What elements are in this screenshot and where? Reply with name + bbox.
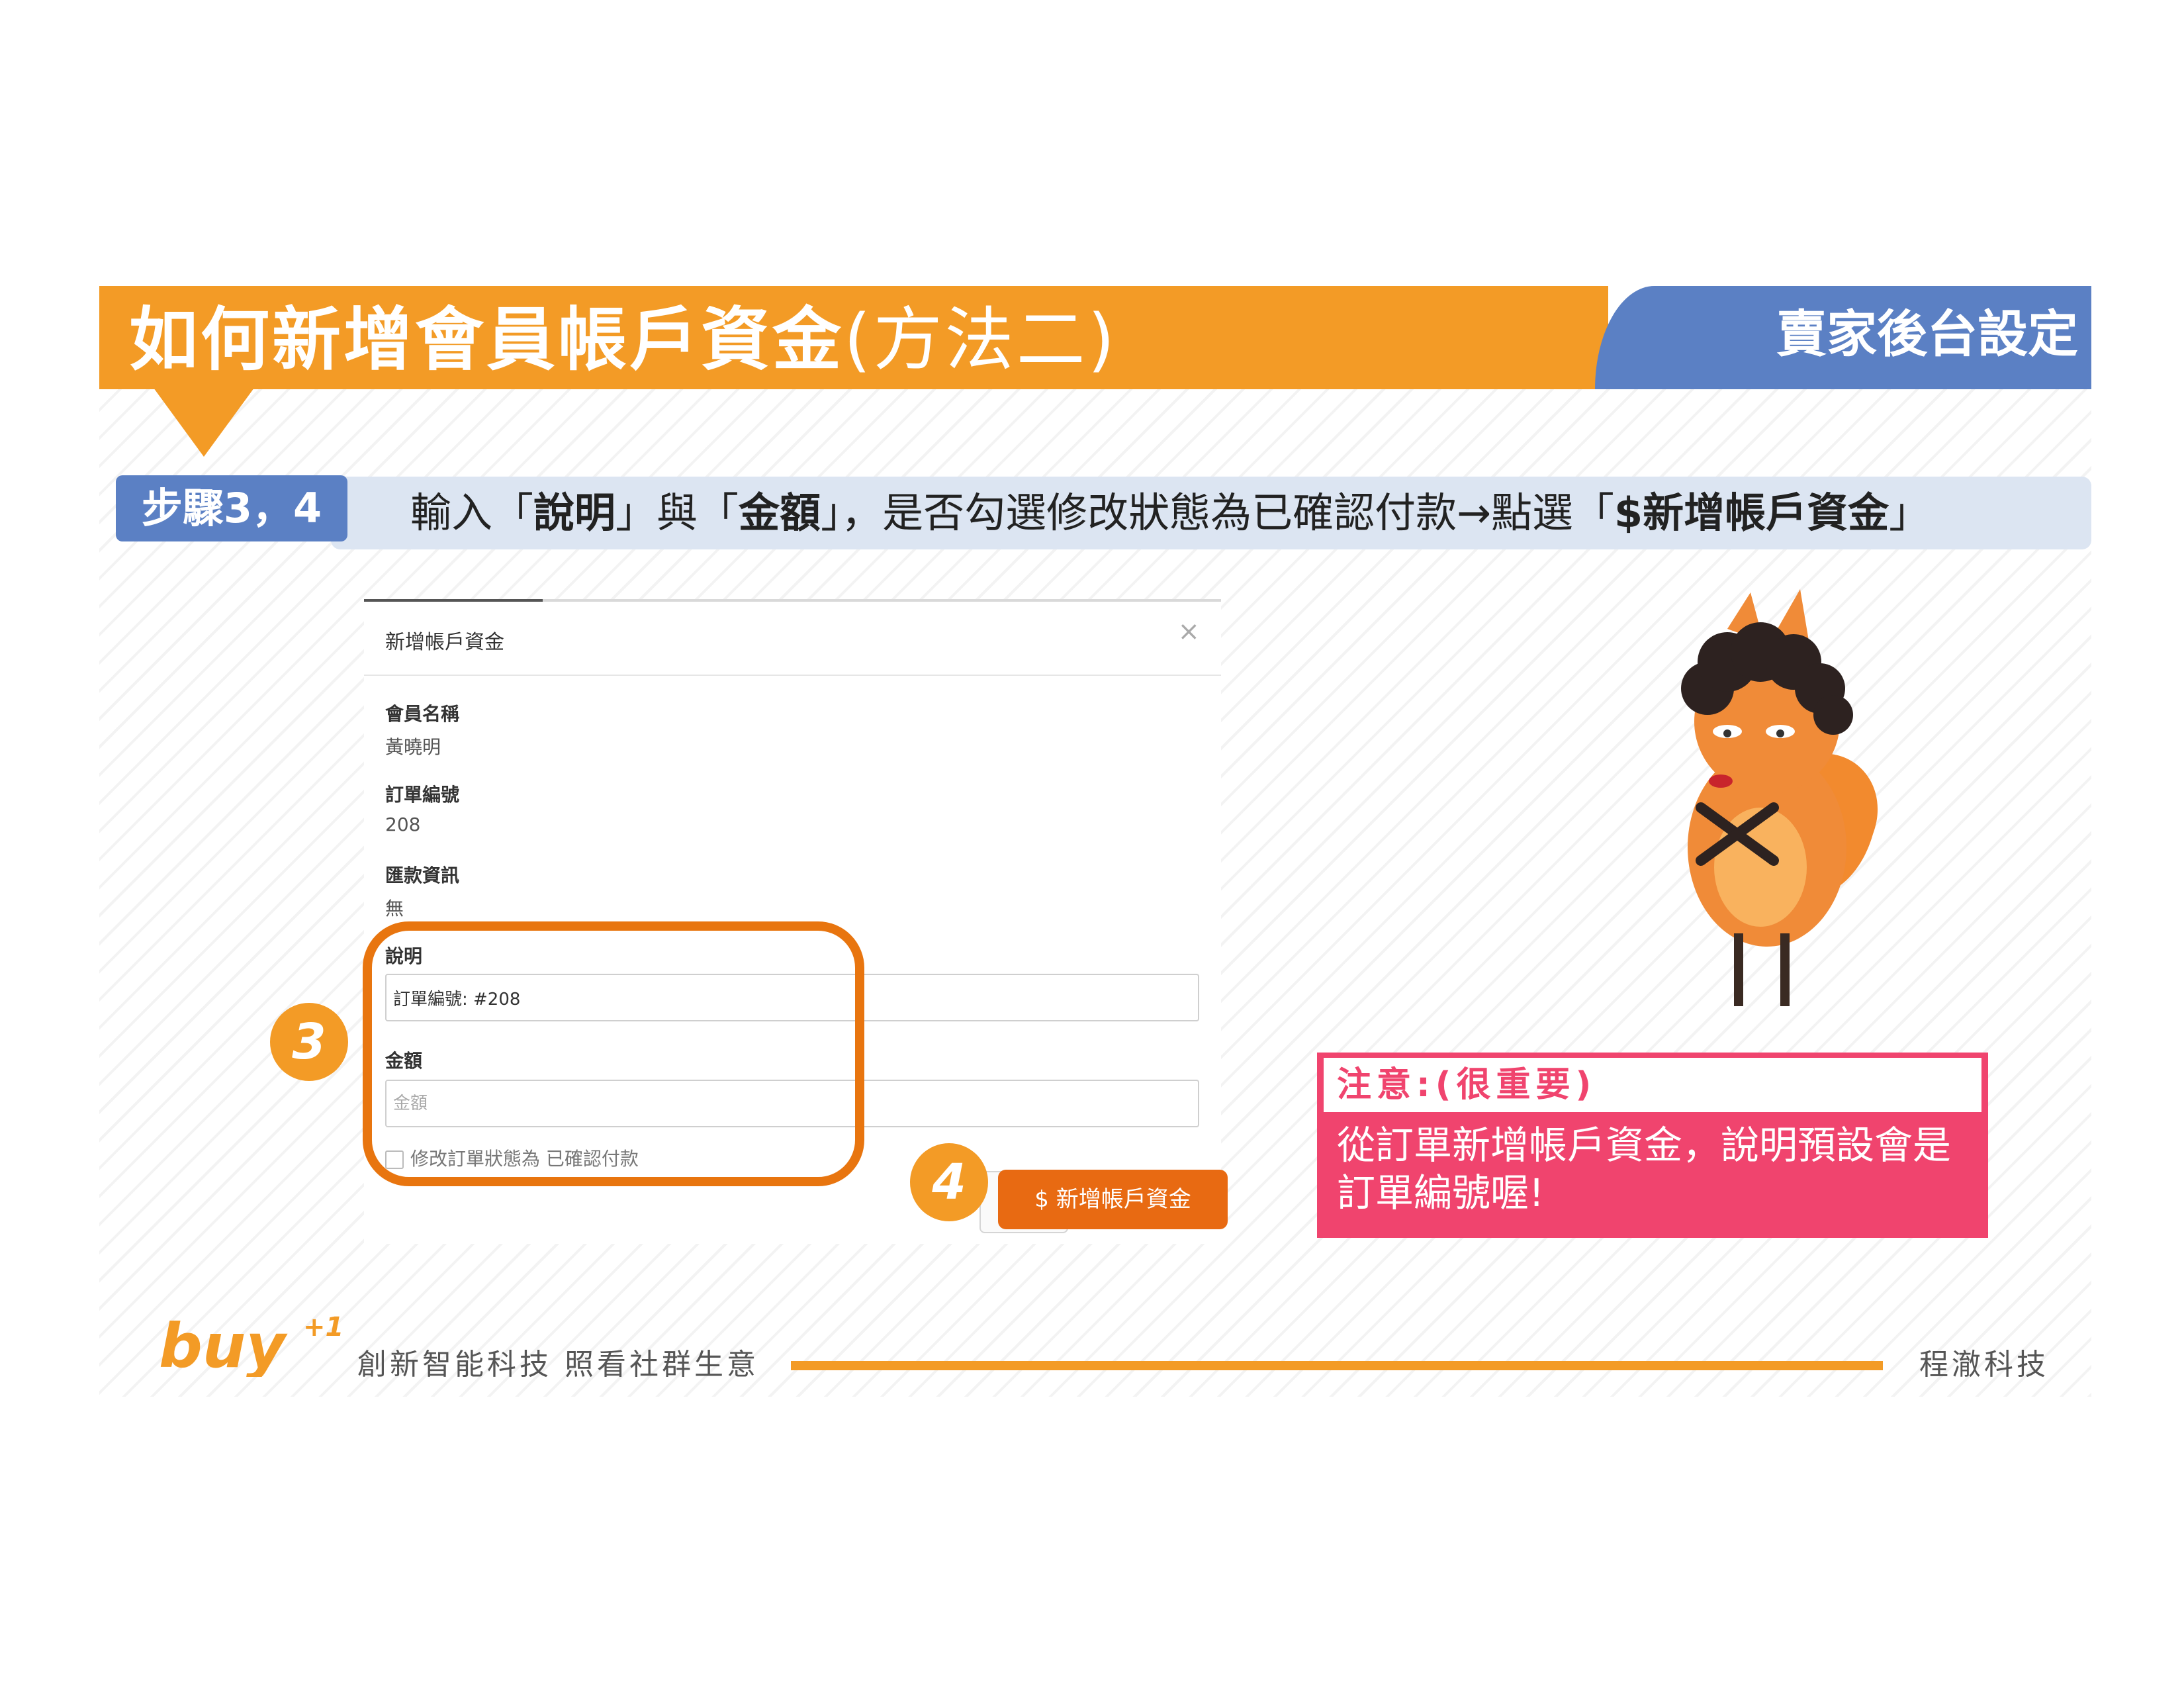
member-name-label: 會員名稱 [385, 703, 460, 725]
highlight-box [363, 921, 864, 1186]
close-icon[interactable]: × [1177, 616, 1200, 647]
step-text-2: 」與「 [615, 489, 739, 537]
footer-divider [791, 1361, 1883, 1370]
step-3-badge: 3 [270, 1003, 348, 1081]
step-bold-description: 說明 [533, 489, 616, 537]
remittance-info-label: 匯款資訊 [385, 865, 460, 886]
remittance-info-value: 無 [385, 898, 404, 919]
step-4-badge: 4 [910, 1143, 988, 1221]
footer-slogan: 創新智能科技 照看社群生意 [357, 1348, 759, 1382]
squirrel-mascot-icon [1681, 589, 1878, 1006]
note-body: 從訂單新增帳戶資金，說明預設會是訂單編號喔! [1337, 1123, 1952, 1215]
step-text-3: 」，是否勾選修改狀態為已確認付款→點選「 [821, 489, 1615, 537]
add-fund-button[interactable]: $ 新增帳戶資金 [998, 1170, 1228, 1229]
logo-text: buy [159, 1311, 288, 1377]
order-number-label: 訂單編號 [385, 784, 460, 806]
step-badge: 步驟3，4 [116, 475, 347, 541]
category-label: 賣家後台設定 [1776, 305, 2078, 363]
logo-superscript: +1 [303, 1312, 343, 1342]
modal-header: 新增帳戶資金 × [364, 602, 1221, 676]
page-title-main: 如何新增會員帳戶資金 [129, 299, 844, 380]
note-heading: 注意:(很重要) [1324, 1058, 1981, 1112]
order-number-value: 208 [385, 814, 421, 835]
step-text-4: 」 [1889, 489, 1931, 537]
member-name-value: 黃曉明 [385, 736, 441, 758]
header-pointer [154, 388, 254, 457]
page-title: 如何新增會員帳戶資金(方法二) [129, 297, 1117, 383]
step-bold-add-fund: $新增帳戶資金 [1614, 489, 1889, 537]
page-title-suffix: (方法二) [844, 299, 1118, 380]
important-note: 注意:(很重要) 從訂單新增帳戶資金，說明預設會是訂單編號喔! [1317, 1053, 1988, 1238]
company-name: 程澈科技 [1919, 1348, 2049, 1382]
buy-plus-one-logo: buy +1 [159, 1311, 343, 1377]
step-instruction: 輸入「說明」與「金額」，是否勾選修改狀態為已確認付款→點選「$新增帳戶資金」 [410, 478, 1930, 548]
step-bold-amount: 金額 [739, 489, 821, 537]
modal-title: 新增帳戶資金 [385, 631, 504, 654]
step-text-1: 輸入「 [410, 489, 534, 537]
